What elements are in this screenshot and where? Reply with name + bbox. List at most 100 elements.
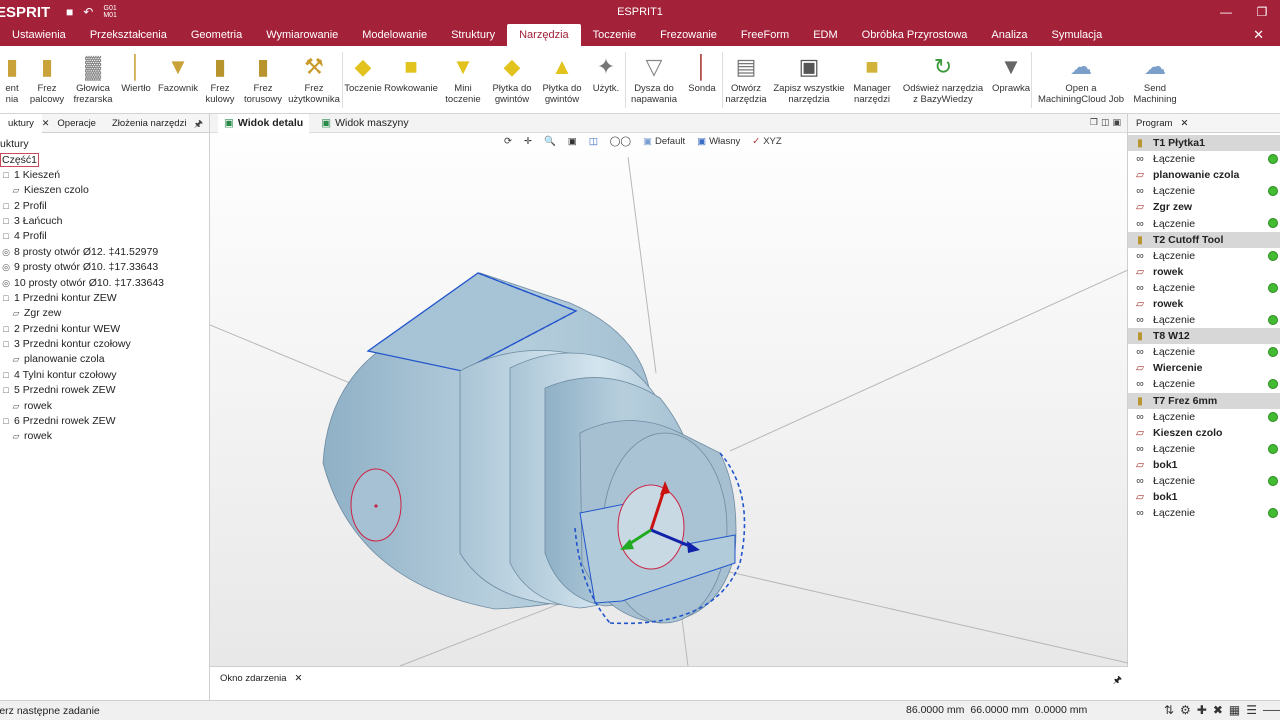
tree-item[interactable]: ◎ 10 prosty otwór Ø10. ‡17.33643 [0,276,209,291]
ribbon-tab-2[interactable]: Geometria [179,24,254,46]
ribbon-tab-6[interactable]: Narzędzia [507,24,581,46]
ribbon-tab-10[interactable]: EDM [801,24,849,46]
tree-item[interactable]: ▱ Kieszen czolo [0,183,209,198]
program-row-tool[interactable]: ▮ T8 W12 [1128,328,1280,345]
program-row-link[interactable]: ∞ Łączenie [1128,280,1280,296]
program-row-link[interactable]: ∞ Łączenie [1128,151,1280,167]
tree-item[interactable]: ◎ 8 prosty otwór Ø12. ‡41.52979 [0,245,209,260]
undo-icon[interactable]: ↶ [83,5,93,19]
program-row-link[interactable]: ∞ Łączenie [1128,183,1280,199]
tree-item[interactable]: Część1 [0,152,209,168]
program-row-link[interactable]: ∞ Łączenie [1128,505,1280,521]
ribbon-tab-3[interactable]: Wymiarowanie [254,24,350,46]
ribbon-button-holder[interactable]: ▼ Oprawka [991,46,1031,112]
ribbon-button-open-tools[interactable]: ▤ Otwórz narzędzia [723,46,769,112]
event-window-pin-icon[interactable]: 🖈 [1113,673,1122,690]
list-icon[interactable]: ☰ [1246,703,1257,717]
tab-structures-close-icon[interactable]: ✕ [42,118,50,129]
tree-item[interactable]: □ 3 Przedni kontur czołowy [0,337,209,352]
program-row-op[interactable]: ▱ planowanie czola [1128,167,1280,183]
ribbon-button-grooving[interactable]: ■ Rowkowanie [383,46,439,112]
program-row-link[interactable]: ∞ Łączenie [1128,441,1280,457]
tree-item[interactable]: □ 1 Kieszeń [0,168,209,183]
save-icon[interactable]: ■ [66,5,73,19]
program-row-link[interactable]: ∞ Łączenie [1128,248,1280,264]
program-row-link[interactable]: ∞ Łączenie [1128,409,1280,425]
line-style-icon[interactable]: ── [1263,703,1280,717]
ribbon-tab-7[interactable]: Toczenie [581,24,648,46]
tree-item[interactable]: □ 6 Przedni rowek ZEW [0,414,209,429]
ribbon-button-thread-insert[interactable]: ◆ Płytka do gwintów [487,46,537,112]
tree-item[interactable]: ◎ 9 prosty otwór Ø10. ‡17.33643 [0,260,209,275]
ribbon-tab-9[interactable]: FreeForm [729,24,801,46]
maximize-icon[interactable]: ❐ [1244,0,1280,24]
part-model-3d[interactable] [210,133,1128,666]
minimize-icon[interactable]: — [1208,0,1244,24]
program-row-link[interactable]: ∞ Łączenie [1128,376,1280,392]
tree-item[interactable]: □ 2 Przedni kontur WEW [0,322,209,337]
gear-icon[interactable]: ⚙ [1180,703,1191,717]
tab-structures[interactable]: uktury [0,113,42,133]
tree-item[interactable]: □ 2 Profil [0,199,209,214]
ribbon-button-user-tool[interactable]: ✦ Użytk. [587,46,625,112]
tree-item[interactable]: ▱ rowek [0,429,209,444]
program-row-link[interactable]: ∞ Łączenie [1128,215,1280,231]
program-row-op[interactable]: ▱ bok1 [1128,457,1280,473]
ribbon-tab-4[interactable]: Modelowanie [350,24,439,46]
tree-item[interactable]: uktury [0,137,209,152]
ribbon-button-end-mill[interactable]: ▮ Frez palcowy [24,46,70,112]
tab-event-window[interactable]: Okno zdarzenia ✕ [220,673,303,684]
ribbon-button-custom-mill[interactable]: ⚒ Frez użytkownika [286,46,342,112]
ribbon-tab-12[interactable]: Analiza [979,24,1039,46]
ribbon-button-cloud-send[interactable]: ☁ Send Machining [1130,46,1180,112]
ribbon-tab-13[interactable]: Symulacja [1040,24,1115,46]
tab-tool-assemblies[interactable]: Złożenia narzędzi [104,114,194,133]
event-window-close-icon[interactable]: ✕ [295,673,303,684]
restore-icon[interactable]: ❐ [1090,117,1098,128]
ribbon-button-torus-mill[interactable]: ▮ Frez torusowy [240,46,286,112]
gcode-icon[interactable]: G01 M01 [103,5,117,19]
ribbon-button-refresh-tools[interactable]: ↻ Odśwież narzędzia z BazyWiedzy [895,46,991,112]
program-row-op[interactable]: ▱ Wiercenie [1128,360,1280,376]
program-row-link[interactable]: ∞ Łączenie [1128,473,1280,489]
tile-icon[interactable]: ◫ [1101,117,1110,128]
program-row-link[interactable]: ∞ Łączenie [1128,344,1280,360]
ribbon-button-drill[interactable]: │ Wiertło [116,46,156,112]
tab-program-close-icon[interactable]: ✕ [1180,118,1188,129]
graphics-viewport[interactable]: ▣ Widok detalu ▣ Widok maszyny ❐ ◫ ▣ ⟳ ✛… [210,113,1128,666]
tree-item[interactable]: ▱ rowek [0,399,209,414]
ribbon-tab-11[interactable]: Obróbka Przyrostowa [850,24,980,46]
tree-item[interactable]: □ 5 Przedni rowek ZEW [0,383,209,398]
axis-move-icon[interactable]: ✚ [1197,703,1207,717]
program-row-op[interactable]: ▱ rowek [1128,296,1280,312]
ribbon-tab-8[interactable]: Frezowanie [648,24,729,46]
ribbon-tab-5[interactable]: Struktury [439,24,507,46]
ribbon-button-tool[interactable]: ▮ ent nia [0,46,24,112]
ribbon-button-ball-mill[interactable]: ▮ Frez kulowy [200,46,240,112]
ribbon-button-face-mill[interactable]: ▓ Głowica frezarska [70,46,116,112]
tree-item[interactable]: ▱ planowanie czola [0,352,209,367]
program-row-link[interactable]: ∞ Łączenie [1128,312,1280,328]
cross-icon[interactable]: ✖ [1213,703,1223,717]
program-row-op[interactable]: ▱ Zgr zew [1128,199,1280,215]
snap-icon[interactable]: ⇅ [1164,703,1174,717]
pin-icon[interactable]: 🖈 [194,117,203,134]
tree-item[interactable]: □ 1 Przedni kontur ZEW [0,291,209,306]
program-row-tool[interactable]: ▮ T1 Płytka1 [1128,135,1280,152]
ribbon-button-probe[interactable]: │ Sonda [682,46,722,112]
ribbon-button-cloud-open[interactable]: ☁ Open a MachiningCloud Job [1032,46,1130,112]
program-row-op[interactable]: ▱ rowek [1128,264,1280,280]
tree-item[interactable]: □ 4 Profil [0,229,209,244]
ribbon-button-nozzle[interactable]: ▽ Dysza do napawania [626,46,682,112]
program-row-tool[interactable]: ▮ T2 Cutoff Tool [1128,231,1280,248]
program-row-op[interactable]: ▱ bok1 [1128,489,1280,505]
ribbon-button-thread-insert2[interactable]: ▲ Płytka do gwintów [537,46,587,112]
tab-part-view[interactable]: ▣ Widok detalu [218,113,310,133]
ribbon-button-mini-turning[interactable]: ▼ Mini toczenie [439,46,487,112]
ribbon-tab-0[interactable]: Ustawienia [0,24,78,46]
tree-item[interactable]: □ 3 Łańcuch [0,214,209,229]
maximize-view-icon[interactable]: ▣ [1112,117,1121,128]
program-row-tool[interactable]: ▮ T7 Frez 6mm [1128,392,1280,409]
ribbon-button-save-tools[interactable]: ▣ Zapisz wszystkie narzędzia [769,46,849,112]
tree-item[interactable]: □ 4 Tylni kontur czołowy [0,368,209,383]
